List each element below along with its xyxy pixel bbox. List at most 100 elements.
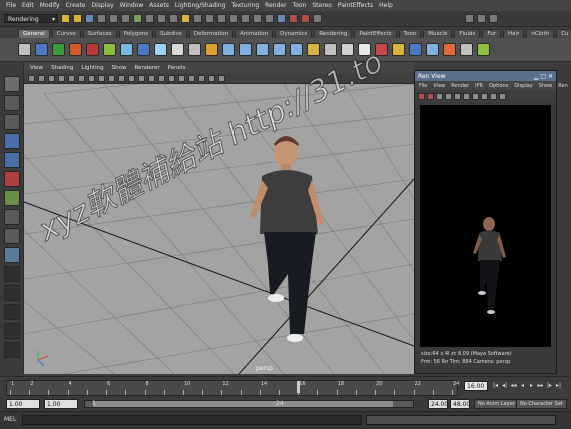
select-tool-icon[interactable] — [3, 76, 20, 92]
wireframe-on-shaded-icon[interactable] — [158, 74, 165, 82]
menu-item-window[interactable]: Window — [120, 2, 144, 9]
tab-painteffects[interactable]: PaintEffects — [354, 29, 397, 38]
alpha-channel-icon[interactable] — [472, 92, 479, 100]
ipr-icon[interactable] — [427, 92, 434, 100]
menu-item-painteffects[interactable]: PaintEffects — [338, 2, 373, 9]
step-forward-frame-icon[interactable]: |▸ — [546, 382, 553, 390]
select-rendering-icon[interactable] — [205, 14, 214, 23]
go-to-start-icon[interactable]: |◂ — [492, 382, 499, 390]
channel-box-toggle-icon[interactable] — [465, 14, 474, 23]
shelf-tool-icon-8[interactable] — [137, 43, 150, 56]
wireframe-icon[interactable] — [138, 74, 145, 82]
menu-item-modify[interactable]: Modify — [40, 2, 60, 9]
render-region-icon[interactable] — [445, 92, 452, 100]
character-set-button[interactable]: No Character Set — [516, 399, 567, 409]
shelf-tool-icon-1[interactable] — [18, 43, 31, 56]
shelf-tool-icon-26[interactable] — [443, 43, 456, 56]
shelf-tool-icon-25[interactable] — [426, 43, 439, 56]
current-time-marker[interactable] — [297, 381, 301, 393]
show-manipulator-tool-icon[interactable] — [3, 228, 20, 244]
shelf-tool-icon-5[interactable] — [86, 43, 99, 56]
safe-action-icon[interactable] — [118, 74, 125, 82]
range-handle[interactable] — [93, 401, 393, 407]
remove-image-icon[interactable] — [499, 92, 506, 100]
tab-fur[interactable]: Fur — [482, 29, 502, 38]
shelf-tool-icon-7[interactable] — [120, 43, 133, 56]
viewport-menu-view[interactable]: View — [30, 65, 43, 71]
shelf-tool-icon-23[interactable] — [392, 43, 405, 56]
keep-image-icon[interactable] — [490, 92, 497, 100]
viewport-menu-panels[interactable]: Panels — [168, 65, 186, 71]
move-tool-icon[interactable] — [3, 133, 20, 149]
shelf-tool-icon-19[interactable] — [324, 43, 337, 56]
tab-general[interactable]: General — [18, 29, 50, 38]
viewport-menu-shading[interactable]: Shading — [51, 65, 73, 71]
select-deformations-icon[interactable] — [181, 14, 190, 23]
tab-surfaces[interactable]: Surfaces — [82, 29, 117, 38]
start-time-field[interactable]: 1.00 — [6, 399, 40, 409]
use-all-lights-icon[interactable] — [178, 74, 185, 82]
shelf-tool-icon-17[interactable] — [290, 43, 303, 56]
shelf-tool-icon-11[interactable] — [188, 43, 201, 56]
outliner-layout-icon[interactable] — [3, 323, 20, 339]
xray-icon[interactable] — [198, 74, 205, 82]
snap-curve-icon[interactable] — [229, 14, 238, 23]
shelf-tool-icon-24[interactable] — [409, 43, 422, 56]
viewport-menu-show[interactable]: Show — [112, 65, 127, 71]
single-perspective-layout-icon[interactable] — [3, 266, 20, 282]
graph-editor-layout-icon[interactable] — [3, 342, 20, 358]
render-view-menu-ipr[interactable]: IPR — [475, 83, 483, 89]
menu-item-create[interactable]: Create — [66, 2, 86, 9]
grid-toggle-icon[interactable] — [68, 74, 75, 82]
menu-item-help[interactable]: Help — [379, 2, 393, 9]
tab-hair[interactable]: Hair — [503, 29, 525, 38]
shelf-tool-icon-6[interactable] — [103, 43, 116, 56]
tab-animation[interactable]: Animation — [235, 29, 274, 38]
field-chart-icon[interactable] — [108, 74, 115, 82]
render-view-menu-view[interactable]: View — [433, 83, 445, 89]
select-object-icon[interactable] — [109, 14, 118, 23]
shelf-tool-icon-3[interactable] — [52, 43, 65, 56]
render-view-menu-file[interactable]: File — [419, 83, 427, 89]
render-settings-icon[interactable] — [313, 14, 322, 23]
select-component-icon[interactable] — [121, 14, 130, 23]
range-bar[interactable] — [84, 400, 414, 408]
shelf-tool-icon-10[interactable] — [171, 43, 184, 56]
refresh-ipr-icon[interactable] — [436, 92, 443, 100]
resolution-gate-icon[interactable] — [88, 74, 95, 82]
real-size-icon[interactable] — [481, 92, 488, 100]
shelf-tool-icon-12[interactable] — [205, 43, 218, 56]
two-d-pan-zoom-icon[interactable] — [58, 74, 65, 82]
render-view-menu-display[interactable]: Display — [514, 83, 532, 89]
shelf-tool-icon-21[interactable] — [358, 43, 371, 56]
shelf-tool-icon-28[interactable] — [477, 43, 490, 56]
menu-item-display[interactable]: Display — [92, 2, 114, 9]
xray-joints-icon[interactable] — [208, 74, 215, 82]
smooth-shade-icon[interactable] — [148, 74, 155, 82]
close-icon[interactable]: ✕ — [548, 73, 553, 80]
gate-mask-icon[interactable] — [98, 74, 105, 82]
render-current-frame-icon[interactable] — [289, 14, 298, 23]
end-time-field[interactable]: 48.00 — [450, 399, 470, 409]
perspective-viewport[interactable] — [24, 84, 414, 374]
viewport-menu-lighting[interactable]: Lighting — [81, 65, 103, 71]
history-icon[interactable] — [277, 14, 286, 23]
two-view-layout-icon[interactable] — [3, 304, 20, 320]
shelf-tool-icon-18[interactable] — [307, 43, 320, 56]
soft-modification-tool-icon[interactable] — [3, 209, 20, 225]
tab-dynamics[interactable]: Dynamics — [275, 29, 313, 38]
snap-view-plane-icon[interactable] — [253, 14, 262, 23]
play-forwards-icon[interactable]: ▸ — [528, 382, 535, 390]
rotate-tool-icon[interactable] — [3, 152, 20, 168]
select-surfaces-icon[interactable] — [169, 14, 178, 23]
shelf-tool-icon-13[interactable] — [222, 43, 235, 56]
rgb-channels-icon[interactable] — [463, 92, 470, 100]
step-forward-key-icon[interactable]: ▸▸ — [537, 382, 544, 390]
four-view-layout-icon[interactable] — [3, 285, 20, 301]
shelf-tool-icon-9[interactable] — [154, 43, 167, 56]
attribute-editor-toggle-icon[interactable] — [477, 14, 486, 23]
render-view-menu-options[interactable]: Options — [489, 83, 508, 89]
menu-item-edit[interactable]: Edit — [22, 2, 34, 9]
snapshot-icon[interactable] — [454, 92, 461, 100]
render-view-menu-render[interactable]: Render — [451, 83, 469, 89]
